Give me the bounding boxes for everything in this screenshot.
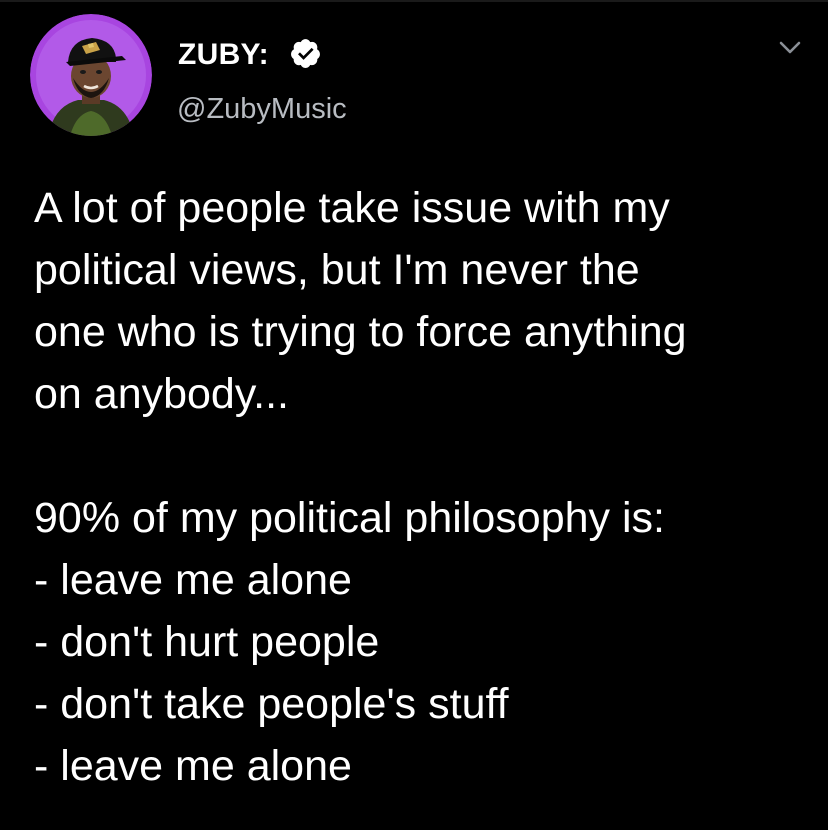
- tweet-line: A lot of people take issue with my: [34, 184, 670, 232]
- tweet-list-item: - leave me alone: [34, 742, 352, 790]
- tweet-paragraph: 90% of my political philosophy is: - lea…: [34, 487, 824, 797]
- tweet-card: ZUBY: @ZubyMusic A lot of people take is…: [0, 0, 828, 830]
- tweet-line: 90% of my political philosophy is:: [34, 494, 665, 542]
- tweet-paragraph: A lot of people take issue with my polit…: [34, 177, 824, 425]
- tweet-list-item: - don't hurt people: [34, 618, 380, 666]
- chevron-down-icon[interactable]: [776, 36, 804, 60]
- top-divider: [0, 0, 828, 2]
- tweet-text: A lot of people take issue with my polit…: [34, 177, 824, 797]
- tweet-list-item: - leave me alone: [34, 556, 352, 604]
- tweet-list-item: - don't take people's stuff: [34, 680, 509, 728]
- tweet-line: political views, but I'm never the: [34, 246, 640, 294]
- user-handle[interactable]: @ZubyMusic: [177, 92, 347, 126]
- avatar[interactable]: [30, 14, 152, 136]
- verified-badge-icon: [289, 37, 322, 70]
- display-name[interactable]: ZUBY:: [178, 38, 269, 72]
- tweet-line: one who is trying to force anything: [34, 308, 687, 356]
- tweet-line: on anybody...: [34, 370, 289, 418]
